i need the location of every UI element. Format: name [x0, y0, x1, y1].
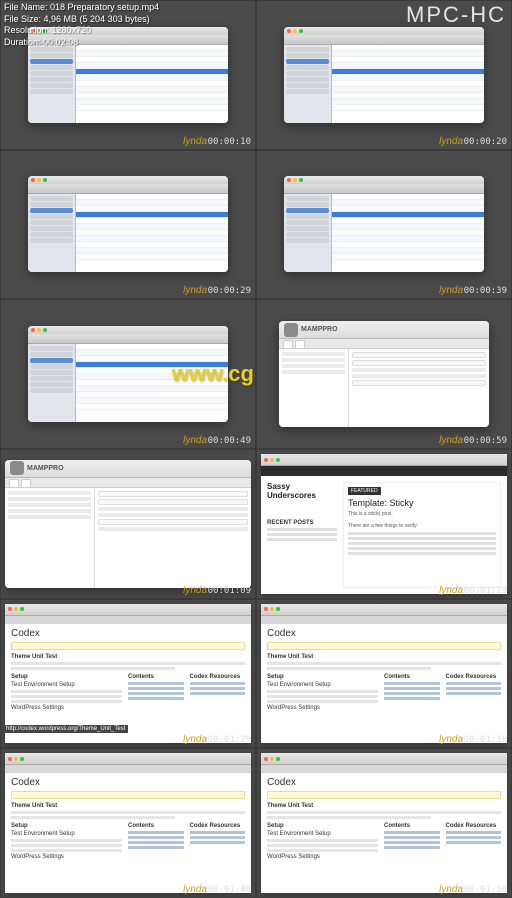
featured-badge: FEATURED	[348, 487, 381, 495]
timestamp: 00:00:49	[208, 436, 251, 446]
finder-list	[76, 45, 228, 123]
player-logo: MPC-HC	[406, 2, 506, 28]
browser-window: Codex Theme Unit Test Setup Test Environ…	[5, 604, 251, 744]
browser-window: Codex Theme Unit Test SetupTest Environm…	[261, 753, 507, 893]
brand-watermark: lynda	[183, 136, 207, 147]
thumb-10[interactable]: Codex Theme Unit Test SetupTest Environm…	[256, 599, 512, 749]
codex-title: Codex	[11, 628, 245, 639]
url-tooltip: http://codex.wordpress.org/Theme_Unit_Te…	[3, 725, 128, 733]
mamp-logo-icon	[10, 461, 24, 475]
duration-value: 00:02:08	[43, 37, 78, 47]
thumb-7[interactable]: MAMPPRO lynda 00:01:09	[0, 449, 256, 599]
thumb-6[interactable]: MAMPPRO lynda 00:00:59	[256, 299, 512, 449]
recent-posts-heading: RECENT POSTS	[267, 520, 337, 526]
section-heading: Theme Unit Test	[11, 654, 245, 660]
admin-bar	[261, 466, 507, 476]
finder-window	[28, 176, 228, 272]
player-info-overlay: File Name: 018 Preparatory setup.mp4 Fil…	[4, 2, 159, 49]
browser-window: Codex Theme Unit Test SetupTest Environm…	[261, 604, 507, 744]
timestamp: 00:01:38	[464, 735, 507, 745]
timestamp: 00:01:58	[464, 885, 507, 895]
filename-value: 018 Preparatory setup.mp4	[50, 2, 159, 12]
thumb-11[interactable]: Codex Theme Unit Test SetupTest Environm…	[0, 748, 256, 898]
filename-label: File Name:	[4, 2, 48, 12]
finder-window	[284, 27, 484, 123]
thumb-9[interactable]: Codex Theme Unit Test Setup Test Environ…	[0, 599, 256, 749]
browser-window: Codex Theme Unit Test SetupTest Environm…	[5, 753, 251, 893]
post-intro: This is a sticky post.	[348, 511, 496, 517]
filesize-label: File Size:	[4, 14, 41, 24]
mamp-logo-icon	[284, 323, 298, 337]
thumb-5[interactable]: www.cg-ku.com lynda 00:00:49	[0, 299, 256, 449]
timestamp: 00:01:19	[464, 586, 507, 596]
post-title: Template: Sticky	[348, 498, 496, 508]
thumb-12[interactable]: Codex Theme Unit Test SetupTest Environm…	[256, 748, 512, 898]
timestamp: 00:00:10	[208, 137, 251, 147]
timestamp: 00:00:20	[464, 137, 507, 147]
thumb-8[interactable]: Sassy Underscores RECENT POSTS FEATURED …	[256, 449, 512, 599]
timestamp: 00:00:39	[464, 286, 507, 296]
timestamp: 00:01:48	[208, 885, 251, 895]
site-title: Sassy Underscores	[267, 482, 337, 500]
finder-sidebar	[28, 45, 76, 123]
mamp-window: MAMPPRO	[279, 321, 489, 427]
timestamp: 00:01:29	[208, 735, 251, 745]
thumb-4[interactable]: lynda 00:00:39	[256, 150, 512, 300]
timestamp: 00:00:59	[464, 436, 507, 446]
resolution-value: 1280x720	[52, 25, 92, 35]
duration-label: Duration:	[4, 37, 41, 47]
codex-notice	[11, 642, 245, 650]
blog-window: Sassy Underscores RECENT POSTS FEATURED …	[261, 454, 507, 594]
mamp-window: MAMPPRO	[5, 460, 251, 588]
mamp-title: MAMPPRO	[301, 326, 338, 333]
timestamp: 00:00:29	[208, 286, 251, 296]
finder-window	[284, 176, 484, 272]
site-watermark: www.cg-ku.com	[172, 361, 256, 387]
timestamp: 00:01:09	[208, 586, 251, 596]
thumb-3[interactable]: lynda 00:00:29	[0, 150, 256, 300]
filesize-value: 4,96 MB (5 204 303 bytes)	[44, 14, 150, 24]
thumbnail-grid: lynda 00:00:10 lynda 00:00:20	[0, 0, 512, 898]
resolution-label: Resolution:	[4, 25, 49, 35]
